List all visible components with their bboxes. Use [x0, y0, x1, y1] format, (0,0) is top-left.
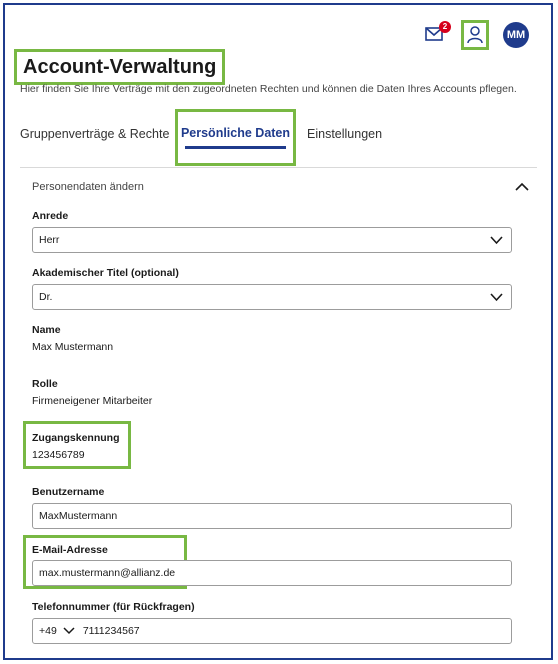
country-code-select[interactable]: +49 — [39, 625, 83, 637]
section-title: Personendaten ändern — [32, 181, 144, 193]
telefon-label: Telefonnummer (für Rückfragen) — [32, 601, 195, 613]
telefon-number-value: 7111234567 — [82, 625, 140, 637]
kennung-value: 123456789 — [32, 449, 85, 461]
tab-bar: Gruppenverträge & Rechte Persönliche Dat… — [20, 109, 537, 169]
name-label: Name — [32, 324, 61, 336]
tab-gruppenvertraege[interactable]: Gruppenverträge & Rechte — [20, 127, 169, 141]
anrede-select[interactable]: Herr — [32, 227, 512, 253]
anrede-value: Herr — [39, 234, 60, 246]
divider — [20, 167, 537, 168]
titel-select[interactable]: Dr. — [32, 284, 512, 310]
chevron-down-icon — [63, 627, 75, 635]
chevron-down-icon — [490, 236, 503, 245]
benutzername-value: MaxMustermann — [39, 510, 118, 522]
benutzername-label: Benutzername — [32, 486, 105, 498]
anrede-label: Anrede — [32, 210, 69, 222]
app-frame: 2 MM Account-Verwaltung Hier finden Sie … — [3, 3, 553, 660]
mail-button[interactable]: 2 — [425, 21, 451, 47]
kennung-highlight — [23, 421, 131, 469]
email-value: max.mustermann@allianz.de — [39, 567, 176, 579]
chevron-down-icon — [490, 293, 503, 302]
titel-value: Dr. — [39, 291, 53, 303]
benutzername-input[interactable]: MaxMustermann — [32, 503, 512, 529]
name-value: Max Mustermann — [32, 341, 114, 353]
notification-badge: 2 — [439, 21, 451, 33]
rolle-label: Rolle — [32, 378, 58, 390]
email-label: E-Mail-Adresse — [32, 544, 108, 556]
chevron-up-icon[interactable] — [515, 182, 529, 192]
user-icon — [467, 26, 483, 44]
country-code-value: +49 — [39, 625, 57, 637]
user-profile-button[interactable] — [461, 20, 489, 50]
active-tab-indicator — [185, 146, 286, 149]
header-icons: 2 MM — [425, 20, 529, 50]
page-subtitle: Hier finden Sie Ihre Verträge mit den zu… — [20, 83, 517, 95]
kennung-label: Zugangskennung — [32, 432, 120, 444]
titel-label: Akademischer Titel (optional) — [32, 267, 179, 279]
tab-einstellungen[interactable]: Einstellungen — [307, 127, 382, 141]
rolle-value: Firmeneigener Mitarbeiter — [32, 395, 153, 407]
tab-label: Persönliche Daten — [180, 126, 291, 140]
avatar[interactable]: MM — [503, 22, 529, 48]
page-title: Account-Verwaltung — [14, 49, 226, 85]
tab-persoenliche-daten[interactable]: Persönliche Daten — [175, 109, 296, 166]
telefon-input[interactable]: +49 7111234567 — [32, 618, 512, 644]
email-field[interactable]: max.mustermann@allianz.de — [32, 560, 512, 586]
